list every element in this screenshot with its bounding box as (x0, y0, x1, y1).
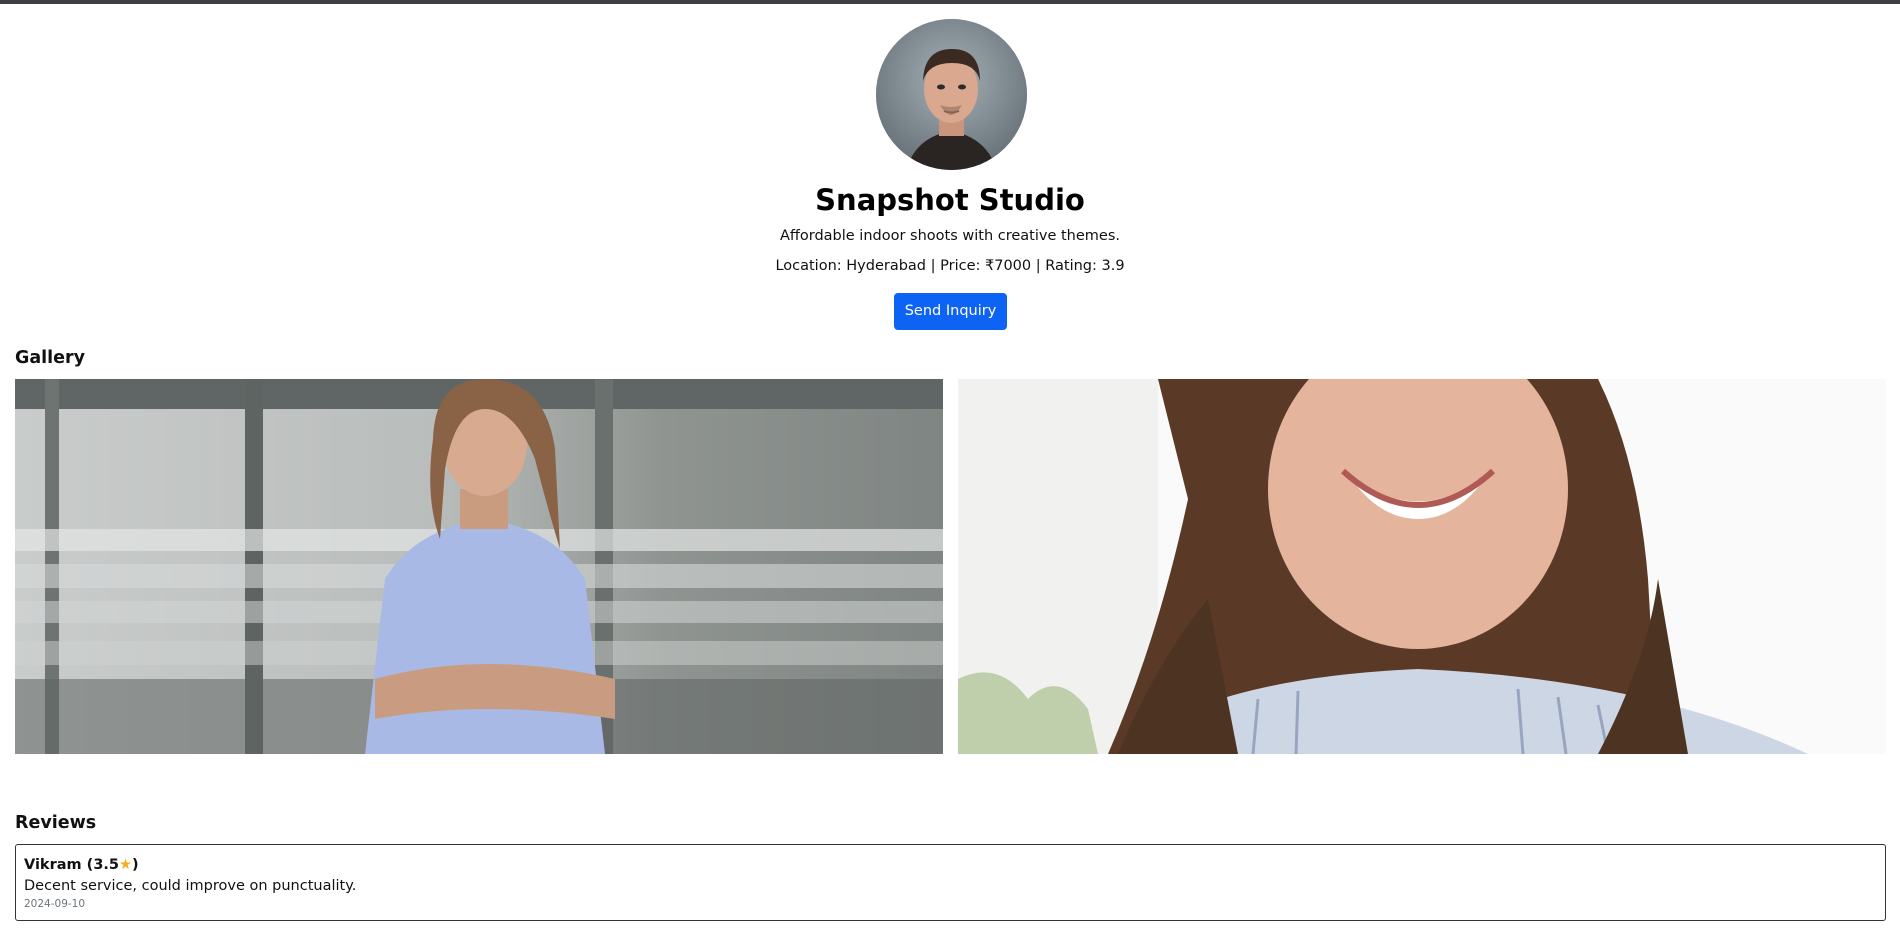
gallery-image-2[interactable] (958, 379, 1886, 754)
star-icon: ★ (119, 857, 132, 873)
studio-meta: Location: Hyderabad | Price: ₹7000 | Rat… (0, 256, 1900, 276)
review-text: Decent service, could improve on punctua… (24, 878, 357, 894)
top-border (0, 0, 1900, 4)
location-value: Hyderabad (846, 258, 927, 274)
reviews-heading: Reviews (15, 813, 97, 833)
avatar-photo-icon (876, 19, 1027, 170)
review-author: Vikram (24, 857, 82, 873)
price-value: ₹7000 (985, 258, 1032, 274)
location-label: Location: (775, 258, 847, 274)
rating-value: 3.9 (1101, 258, 1125, 274)
profile-avatar (876, 19, 1027, 170)
gallery-heading: Gallery (15, 348, 86, 368)
gallery-image-1[interactable] (15, 379, 943, 754)
send-inquiry-button[interactable]: Send Inquiry (894, 293, 1007, 330)
review-rating: 3.5 (93, 857, 119, 873)
price-label: | Price: (926, 258, 985, 274)
gallery-photo-2-icon (958, 379, 1886, 754)
review-date: 2024-09-10 (24, 898, 86, 910)
studio-name: Snapshot Studio (815, 183, 1085, 217)
review-card: Vikram (3.5★) Decent service, could impr… (15, 844, 1886, 921)
studio-tagline: Affordable indoor shoots with creative t… (779, 228, 1121, 244)
review-header: Vikram (3.5★) (24, 857, 139, 873)
gallery-photo-1-icon (15, 379, 943, 754)
rating-label: | Rating: (1031, 258, 1102, 274)
